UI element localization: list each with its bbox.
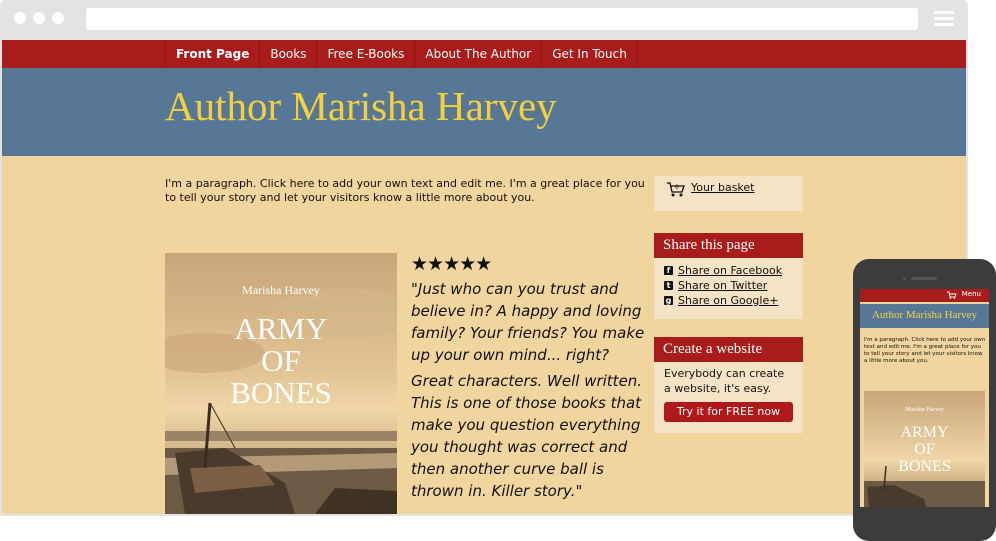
share-facebook-label[interactable]: Share on Facebook [678, 264, 782, 277]
address-bar[interactable] [86, 8, 918, 30]
nav-item-front-page[interactable]: Front Page [166, 40, 261, 68]
nav-item-free-ebooks[interactable]: Free E-Books [317, 40, 416, 68]
twitter-icon: t [664, 281, 673, 290]
share-google-plus-label[interactable]: Share on Google+ [678, 294, 778, 307]
nav-item-get-in-touch[interactable]: Get In Touch [542, 40, 638, 68]
browser-chrome [0, 0, 968, 40]
review-quote-part-2: Great characters. Well written. This is … [411, 372, 643, 500]
mobile-cart-icon[interactable] [947, 291, 957, 299]
basket-link[interactable]: Your basket [691, 181, 755, 194]
star-rating: ★★★★★ [411, 253, 492, 275]
phone-camera [903, 277, 906, 280]
mobile-screen: Menu Author Marisha Harvey I'm a paragra… [860, 289, 989, 507]
share-twitter-label[interactable]: Share on Twitter [678, 279, 767, 292]
browser-menu-icon[interactable] [934, 11, 954, 27]
mobile-cover-author: Marisha Harvey [905, 407, 944, 413]
mobile-navbar: Menu [860, 289, 989, 302]
mobile-header: Author Marisha Harvey [860, 304, 989, 328]
browser-window: Front Page Books Free E-Books About The … [0, 0, 968, 516]
cover-author-name: Marisha Harvey [242, 283, 320, 297]
facebook-icon: f [664, 266, 673, 275]
mobile-intro-paragraph: I'm a paragraph. Click here to add your … [864, 337, 986, 364]
share-widget: Share this page f Share on Facebook t Sh… [654, 233, 803, 319]
nav-item-about-author[interactable]: About The Author [415, 40, 543, 68]
share-heading: Share this page [654, 233, 803, 258]
share-twitter[interactable]: t Share on Twitter [664, 279, 803, 294]
cover-title-line-3: BONES [230, 375, 332, 410]
main-navigation: Front Page Books Free E-Books About The … [2, 40, 966, 68]
mobile-cover-title-line-3: BONES [898, 458, 951, 475]
mobile-menu-button[interactable]: Menu [962, 290, 981, 298]
book-review: ★★★★★ "Just who can you trust and believ… [411, 253, 651, 502]
intro-paragraph: I'm a paragraph. Click here to add your … [165, 177, 645, 204]
review-quote-part-1: "Just who can you trust and believe in? … [411, 280, 645, 364]
nav-item-books[interactable]: Books [260, 40, 318, 68]
site-header: Author Marisha Harvey [2, 68, 966, 156]
basket-widget: 0 Your basket [654, 176, 803, 211]
phone-speaker [911, 277, 937, 280]
share-google-plus[interactable]: g Share on Google+ [664, 294, 803, 309]
mobile-book-cover[interactable]: Marisha Harvey ARMY OF BONES [864, 391, 985, 507]
window-dot-2[interactable] [33, 12, 45, 24]
try-free-button[interactable]: Try it for FREE now [664, 402, 793, 422]
share-facebook[interactable]: f Share on Facebook [664, 264, 803, 279]
mobile-cover-title-line-2: OF [914, 441, 935, 458]
window-dot-3[interactable] [52, 12, 64, 24]
create-website-heading: Create a website [654, 337, 803, 362]
mobile-cover-title-line-1: ARMY [900, 424, 949, 441]
cover-title-line-2: OF [261, 343, 301, 378]
book-cover-image[interactable]: Marisha Harvey ARMY OF BONES [165, 253, 397, 514]
cover-title-line-1: ARMY [234, 311, 328, 346]
mobile-site-title[interactable]: Author Marisha Harvey [860, 309, 989, 321]
window-dot-1[interactable] [14, 12, 26, 24]
mobile-device: Menu Author Marisha Harvey I'm a paragra… [853, 259, 996, 541]
google-plus-icon: g [664, 296, 673, 305]
basket-count: 0 [675, 184, 679, 191]
create-website-text: Everybody can create a website, it's eas… [664, 367, 785, 395]
cart-icon[interactable]: 0 [666, 181, 686, 197]
create-website-widget: Create a website Everybody can create a … [654, 337, 803, 433]
site-viewport: Front Page Books Free E-Books About The … [2, 40, 966, 514]
site-title[interactable]: Author Marisha Harvey [165, 82, 557, 130]
